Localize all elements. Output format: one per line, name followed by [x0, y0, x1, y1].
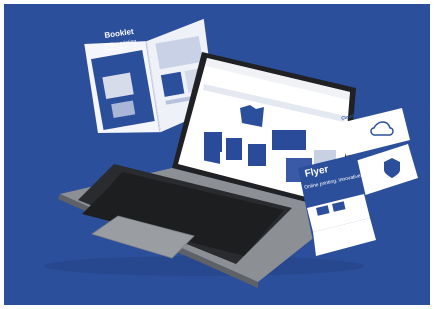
laptop-print-scene	[44, 18, 418, 288]
photo-frame: Booklet Online printing, innovative! Fly…	[4, 4, 430, 305]
